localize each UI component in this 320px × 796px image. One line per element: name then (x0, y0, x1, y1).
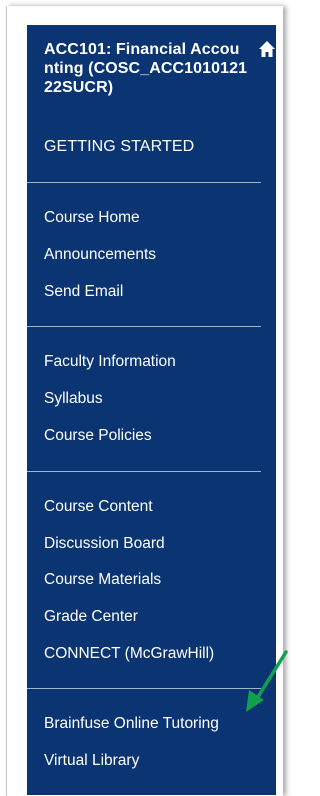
nav-discussion-board[interactable]: Discussion Board (44, 534, 165, 554)
menu-divider (27, 326, 261, 327)
green-arrow-annotation (246, 650, 288, 712)
nav-announcements[interactable]: Announcements (44, 245, 156, 265)
nav-faculty-information[interactable]: Faculty Information (44, 352, 176, 372)
nav-course-home[interactable]: Course Home (44, 208, 140, 228)
nav-send-email[interactable]: Send Email (44, 282, 123, 302)
nav-course-content[interactable]: Course Content (44, 497, 153, 517)
nav-virtual-library[interactable]: Virtual Library (44, 751, 139, 771)
home-icon[interactable] (258, 40, 276, 58)
nav-course-materials[interactable]: Course Materials (44, 570, 161, 590)
menu-divider (27, 182, 261, 183)
menu-divider (27, 471, 261, 472)
nav-course-policies[interactable]: Course Policies (44, 426, 152, 446)
nav-brainfuse-online-tutoring[interactable]: Brainfuse Online Tutoring (44, 714, 219, 734)
course-title[interactable]: ACC101: Financial Accounting (COSC_ACC10… (44, 40, 249, 97)
nav-syllabus[interactable]: Syllabus (44, 389, 103, 409)
nav-grade-center[interactable]: Grade Center (44, 607, 138, 627)
getting-started-label[interactable]: GETTING STARTED (44, 137, 194, 157)
nav-connect-mcgrawhill[interactable]: CONNECT (McGrawHill) (44, 644, 214, 664)
course-menu-sidebar: ACC101: Financial Accounting (COSC_ACC10… (27, 25, 276, 795)
menu-divider (27, 688, 261, 689)
